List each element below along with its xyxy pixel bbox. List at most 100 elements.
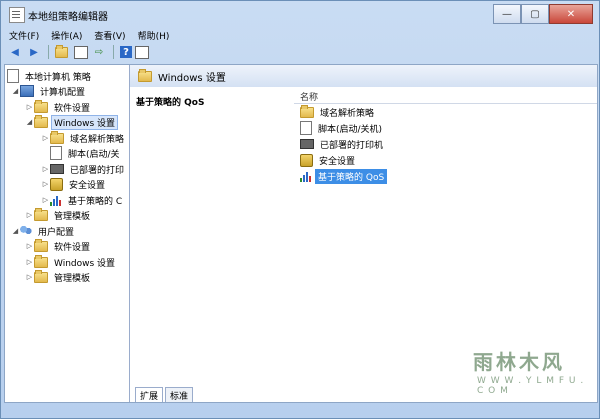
collapse-arrow-icon[interactable]: ◢	[11, 87, 20, 95]
script-icon	[50, 146, 62, 160]
expand-arrow-icon[interactable]: ▷	[41, 134, 50, 142]
expand-arrow-icon[interactable]: ▷	[41, 180, 50, 188]
tree-item-user-admin-templates[interactable]: ▷ 管理模板	[25, 269, 93, 284]
expand-arrow-icon[interactable]: ▷	[25, 103, 34, 111]
policy-icon	[7, 69, 19, 83]
watermark-text: 雨林木风	[473, 350, 565, 374]
properties-icon[interactable]	[135, 45, 149, 59]
status-bar	[1, 403, 599, 418]
expand-arrow-icon[interactable]: ▷	[41, 196, 50, 204]
collapse-arrow-icon[interactable]: ◢	[25, 118, 34, 126]
menu-file[interactable]: 文件(F)	[9, 29, 39, 42]
list-item-scripts[interactable]: 脚本(启动/关机)	[294, 120, 597, 136]
tree-item-label: 用户配置	[38, 227, 75, 238]
tree-item-security-settings[interactable]: ▷ 安全设置	[41, 177, 108, 191]
list-item-deployed-printers[interactable]: 已部署的打印机	[294, 136, 597, 152]
printer-icon	[300, 139, 314, 149]
tree-item-label: 脚本(启动/关	[68, 149, 120, 160]
details-pane: Windows 设置 基于策略的 QoS 名称 域名解析策略 脚本(启动/关机)…	[130, 65, 597, 402]
menu-view[interactable]: 查看(V)	[94, 29, 125, 42]
folder-icon	[34, 269, 48, 283]
folder-icon	[300, 104, 314, 118]
expand-arrow-icon[interactable]: ▷	[25, 242, 34, 250]
tab-extended[interactable]: 扩展	[135, 387, 164, 402]
menu-help[interactable]: 帮助(H)	[138, 29, 170, 42]
list-item-dns-policy[interactable]: 域名解析策略	[294, 104, 597, 120]
tree-item-label: Windows 设置	[54, 258, 116, 269]
list-item-label: 安全设置	[319, 156, 356, 167]
tree-item-label: 管理模板	[54, 211, 91, 222]
export-list-icon[interactable]: ⇨	[91, 44, 107, 60]
folder-icon	[50, 130, 64, 144]
menu-action[interactable]: 操作(A)	[51, 29, 82, 42]
tree-item-software-settings[interactable]: ▷ 软件设置	[25, 99, 93, 114]
security-icon	[300, 153, 313, 167]
forward-arrow-icon[interactable]: ▶	[26, 44, 42, 60]
help-icon[interactable]: ?	[120, 46, 132, 58]
tree-item-user-windows-settings[interactable]: ▷ Windows 设置	[25, 254, 118, 269]
expand-arrow-icon[interactable]: ▷	[25, 273, 34, 281]
tree-item-label: 本地计算机 策略	[25, 72, 91, 83]
policy-editor-icon	[9, 7, 25, 23]
expand-arrow-icon[interactable]: ▷	[25, 258, 34, 266]
users-icon	[20, 225, 32, 237]
tree-item-user-config[interactable]: ◢ 用户配置	[11, 224, 77, 238]
expand-arrow-icon[interactable]: ▷	[25, 211, 34, 219]
list-item-policy-qos[interactable]: 基于策略的 QoS	[294, 168, 597, 184]
show-hide-tree-icon[interactable]	[74, 45, 88, 59]
list-item-label: 已部署的打印机	[320, 140, 384, 151]
window-title: 本地组策略编辑器	[28, 12, 108, 23]
list-item-label: 域名解析策略	[320, 108, 375, 119]
tree-item-policy-qos[interactable]: ▷ 基于策略的 C	[41, 193, 125, 207]
list-item-security-settings[interactable]: 安全设置	[294, 152, 597, 168]
main-content: 本地计算机 策略 ◢ 计算机配置 ▷ 软件设置 ◢ Windows 设置 ▷ 域…	[4, 64, 598, 403]
navigation-tree: 本地计算机 策略 ◢ 计算机配置 ▷ 软件设置 ◢ Windows 设置 ▷ 域…	[5, 65, 130, 402]
tree-item-computer-config[interactable]: ◢ 计算机配置	[11, 84, 88, 98]
tree-item-label: 软件设置	[54, 242, 91, 253]
minimize-button[interactable]: —	[493, 4, 521, 24]
tree-item-admin-templates[interactable]: ▷ 管理模板	[25, 207, 93, 222]
script-icon	[300, 121, 312, 135]
folder-icon	[34, 114, 48, 128]
watermark-logo: 雨林木风 W W W . Y L M F U . C O M	[471, 332, 591, 396]
maximize-button[interactable]: ▢	[521, 4, 549, 24]
title-bar: 本地组策略编辑器 — ▢ ✕	[1, 1, 599, 27]
printer-icon	[50, 164, 64, 174]
tree-item-local-computer-policy[interactable]: 本地计算机 策略	[7, 69, 94, 83]
column-header-name[interactable]: 名称	[294, 89, 597, 104]
computer-icon	[20, 85, 34, 97]
folder-icon	[138, 68, 152, 82]
watermark-url: W W W . Y L M F U . C O M	[477, 376, 585, 396]
list-item-label: 基于策略的 QoS	[315, 168, 388, 184]
tree-item-deployed-printers[interactable]: ▷ 已部署的打印	[41, 162, 127, 176]
back-arrow-icon[interactable]: ◀	[7, 44, 23, 60]
tree-item-user-software-settings[interactable]: ▷ 软件设置	[25, 238, 93, 253]
security-icon	[50, 177, 63, 191]
tree-item-label: 管理模板	[54, 273, 91, 284]
collapse-arrow-icon[interactable]: ◢	[11, 227, 20, 235]
list-item-label: 脚本(启动/关机)	[318, 124, 383, 135]
close-button[interactable]: ✕	[549, 4, 593, 24]
tree-item-label: 安全设置	[69, 180, 106, 191]
tree-item-label: 基于策略的 C	[68, 196, 123, 207]
tree-item-label: Windows 设置	[51, 114, 119, 130]
folder-icon	[34, 207, 48, 221]
qos-chart-icon	[50, 195, 62, 206]
tree-item-windows-settings[interactable]: ◢ Windows 设置	[25, 114, 119, 130]
folder-icon	[34, 254, 48, 268]
expand-arrow-icon[interactable]: ▷	[41, 165, 50, 173]
up-folder-icon[interactable]	[55, 44, 71, 60]
menu-bar: 文件(F) 操作(A) 查看(V) 帮助(H)	[1, 27, 599, 43]
toolbar-separator	[113, 45, 114, 59]
tree-item-dns-policy[interactable]: ▷ 域名解析策略	[41, 130, 127, 145]
pane-header-title: Windows 设置	[158, 72, 226, 84]
toolbar: ◀ ▶ ⇨ ?	[1, 43, 599, 61]
tree-item-label: 软件设置	[54, 103, 91, 114]
folder-icon	[34, 99, 48, 113]
tab-standard[interactable]: 标准	[165, 387, 194, 402]
tree-item-scripts[interactable]: 脚本(启动/关	[41, 146, 123, 160]
qos-chart-icon	[300, 171, 312, 182]
pane-header: Windows 设置	[130, 65, 597, 87]
tree-item-label: 计算机配置	[40, 87, 86, 98]
folder-icon	[34, 238, 48, 252]
